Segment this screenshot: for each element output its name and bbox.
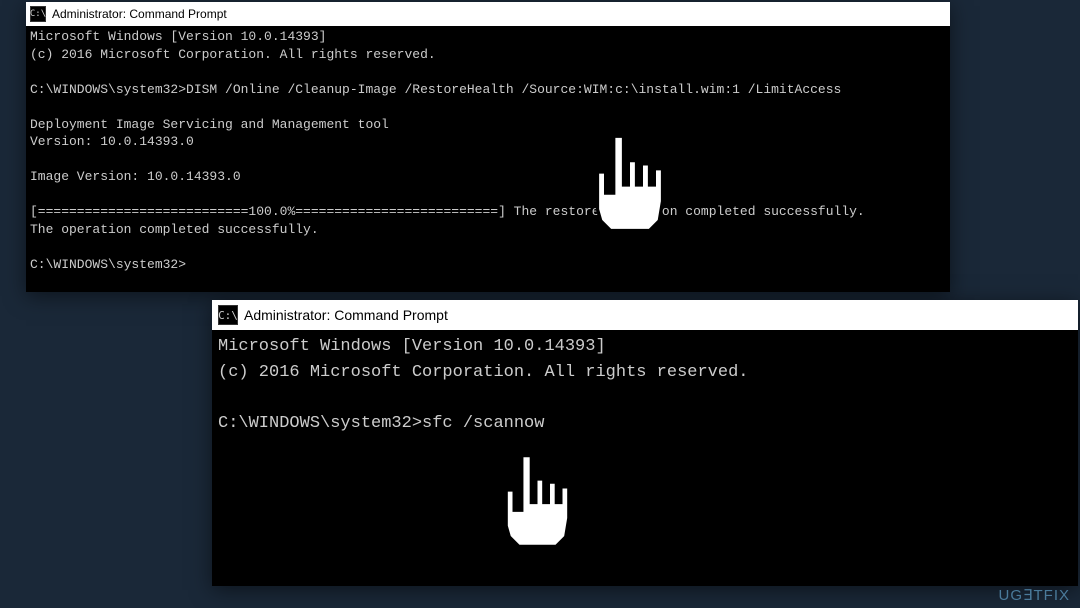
terminal-output[interactable]: Microsoft Windows [Version 10.0.14393] (… (26, 26, 950, 292)
titlebar[interactable]: C:\ Administrator: Command Prompt (212, 300, 1078, 330)
cmd-icon: C:\ (30, 6, 46, 22)
watermark-text: UG∃TFIX (999, 586, 1070, 604)
command-prompt-window-2[interactable]: C:\ Administrator: Command Prompt Micros… (212, 300, 1078, 586)
cmd-icon: C:\ (218, 305, 238, 325)
window-title: Administrator: Command Prompt (52, 7, 227, 21)
pointer-cursor-icon (580, 120, 680, 250)
command-prompt-window-1[interactable]: C:\ Administrator: Command Prompt Micros… (26, 2, 950, 292)
window-title: Administrator: Command Prompt (244, 307, 448, 323)
pointer-cursor-icon (490, 440, 585, 565)
terminal-output[interactable]: Microsoft Windows [Version 10.0.14393] (… (212, 330, 1078, 586)
titlebar[interactable]: C:\ Administrator: Command Prompt (26, 2, 950, 26)
